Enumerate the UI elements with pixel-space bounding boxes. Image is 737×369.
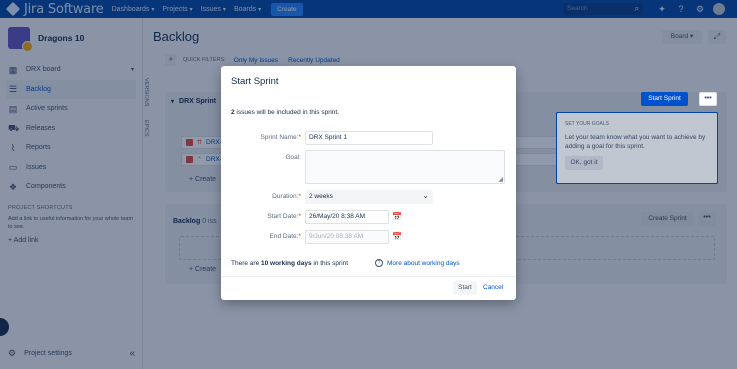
dialog-info: 2 issues will be included in this sprint…: [231, 109, 339, 116]
start-date-label: Start Date:*: [267, 213, 301, 220]
cancel-button[interactable]: Cancel: [483, 281, 503, 295]
goal-label: Goal:: [285, 154, 301, 161]
sprint-more-button[interactable]: •••: [699, 92, 717, 106]
help-link-label: More about working days: [387, 259, 460, 267]
calendar-icon[interactable]: 📅: [392, 212, 402, 222]
end-date-label: End Date:*: [269, 233, 301, 240]
duration-value: 2 weeks: [309, 193, 333, 200]
working-days-help-link[interactable]: ? More about working days: [375, 259, 460, 267]
duration-label: Duration:*: [272, 193, 301, 200]
start-sprint-button[interactable]: Start Sprint: [641, 92, 688, 106]
working-days-text: There are 10 working days in this sprint: [231, 260, 348, 267]
dialog-title: Start Sprint: [231, 76, 279, 87]
label-text: Sprint Name:: [260, 134, 299, 141]
goals-popup-dim: [556, 112, 718, 184]
dialog-divider: [221, 276, 516, 277]
question-icon: ?: [375, 259, 383, 267]
end-date-field: 9/Jun/20 08:38 AM: [305, 230, 389, 244]
calendar-icon[interactable]: 📅: [392, 232, 402, 242]
resize-grip-icon: ◢: [498, 177, 503, 183]
start-sprint-dialog: Start Sprint 2 issues will be included i…: [221, 66, 516, 300]
info-text: issues will be included in this sprint.: [234, 109, 340, 116]
goal-textarea[interactable]: ◢: [305, 150, 505, 184]
label-text: End Date:: [269, 233, 299, 240]
working-pre: There are: [231, 260, 261, 267]
start-button[interactable]: Start: [453, 281, 477, 295]
sprint-name-field[interactable]: DRX Sprint 1: [305, 131, 433, 145]
sprint-name-label: Sprint Name:*: [260, 134, 301, 141]
start-date-field[interactable]: 26/May/20 8:38 AM: [305, 210, 389, 224]
chevron-down-icon: ⌄: [422, 191, 429, 200]
label-text: Start Date:: [267, 213, 299, 220]
working-days-count: 10 working days: [261, 260, 312, 267]
label-text: Duration:: [272, 193, 299, 200]
duration-select[interactable]: 2 weeks ⌄: [305, 190, 433, 204]
working-post: in this sprint: [311, 260, 349, 267]
